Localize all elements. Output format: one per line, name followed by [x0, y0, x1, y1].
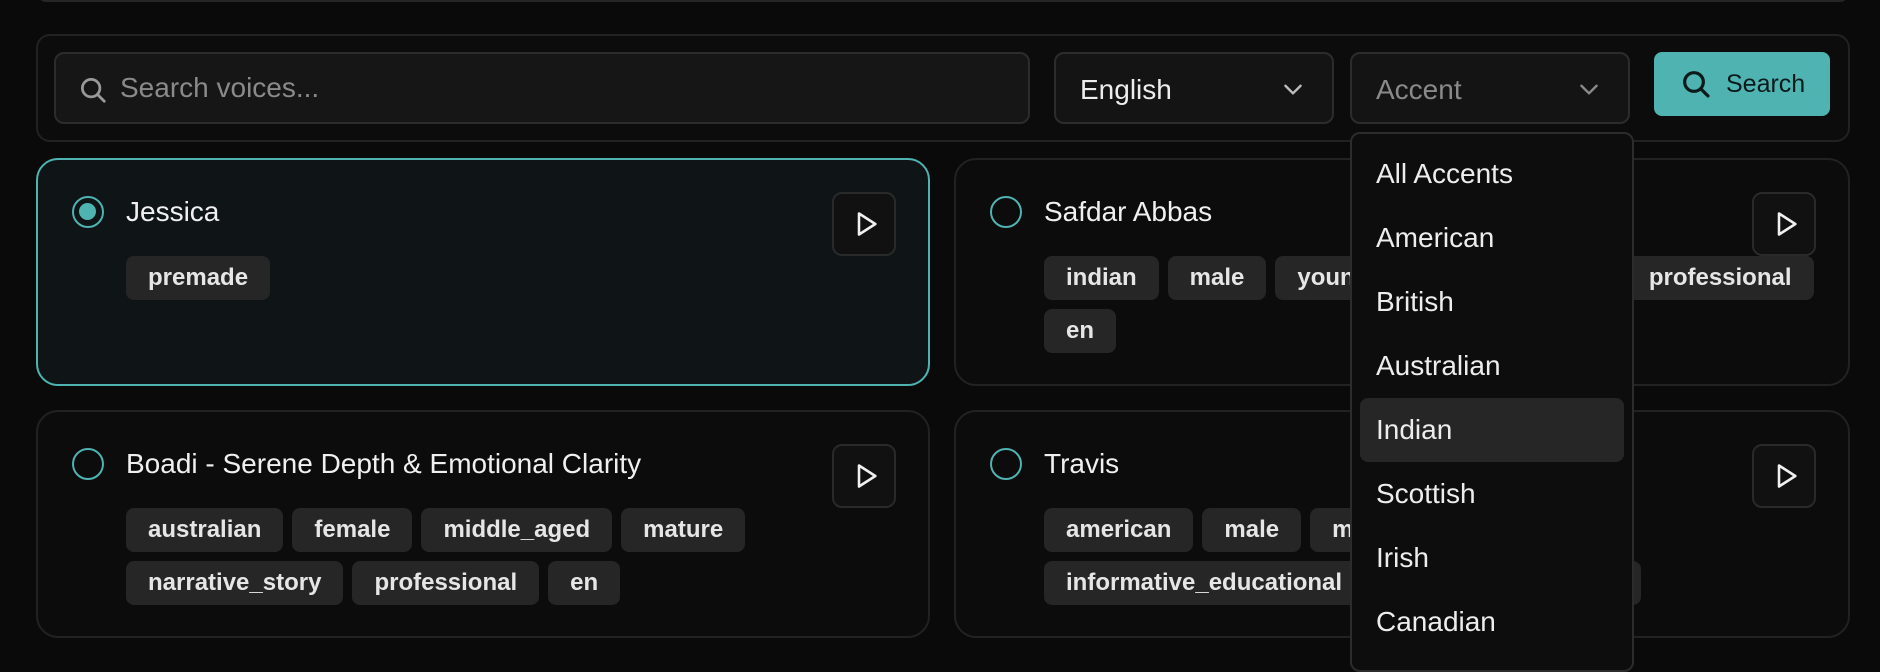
accent-option[interactable]: Irish — [1360, 526, 1624, 590]
tag-list: premade — [126, 256, 271, 300]
voice-radio[interactable] — [72, 448, 104, 480]
accent-option[interactable]: British — [1360, 270, 1624, 334]
accent-select-placeholder: Accent — [1376, 74, 1462, 105]
voice-tag: premade — [126, 256, 271, 300]
language-select[interactable]: English — [1054, 52, 1334, 124]
accent-option[interactable]: Scottish — [1360, 462, 1624, 526]
voice-tag: female — [292, 508, 413, 552]
voice-tag: american — [1044, 508, 1194, 552]
search-icon — [81, 78, 106, 103]
chevron-down-icon — [1284, 84, 1302, 95]
accent-option[interactable]: All Accents — [1360, 142, 1624, 206]
tag-list: australian female middle_aged mature narrati… — [126, 508, 826, 605]
search-input[interactable] — [120, 54, 1000, 122]
voice-tag: australian — [126, 508, 284, 552]
voice-tag: male — [1202, 508, 1302, 552]
voice-radio[interactable] — [72, 196, 104, 228]
voice-radio[interactable] — [990, 196, 1022, 228]
voice-card[interactable]: Boadi - Serene Depth & Emotional Clarity… — [36, 410, 930, 638]
voice-card[interactable]: Jessica premade — [36, 158, 930, 386]
search-box[interactable] — [54, 52, 1030, 124]
play-button[interactable] — [1752, 444, 1816, 508]
voice-tag: middle_aged — [421, 508, 613, 552]
voice-name: Jessica — [126, 196, 220, 227]
voice-tag: professional — [1626, 256, 1814, 300]
voice-tag: narrative_story — [126, 561, 344, 605]
accent-option[interactable]: American — [1360, 206, 1624, 270]
search-icon — [1683, 71, 1710, 98]
voice-name: Boadi - Serene Depth & Emotional Clarity — [126, 448, 642, 479]
play-button[interactable] — [1752, 192, 1816, 256]
search-button-label: Search — [1726, 70, 1806, 98]
accent-option[interactable]: Indian — [1360, 398, 1624, 462]
chevron-down-icon — [1580, 84, 1598, 95]
accent-select[interactable]: Accent — [1350, 52, 1630, 124]
voice-tag: professional — [352, 561, 540, 605]
voice-tag: indian — [1044, 256, 1159, 300]
voice-tag: en — [548, 561, 621, 605]
play-icon — [857, 464, 877, 488]
play-icon — [1777, 212, 1797, 236]
voice-tag: mature — [621, 508, 746, 552]
voice-radio[interactable] — [990, 448, 1022, 480]
top-panel-edge — [38, 0, 1848, 2]
play-icon — [857, 212, 877, 236]
play-button[interactable] — [832, 444, 896, 508]
language-select-value: English — [1080, 74, 1172, 105]
voice-tag: male — [1167, 256, 1267, 300]
voice-name: Travis — [1044, 448, 1120, 479]
accent-option[interactable]: Canadian — [1360, 590, 1624, 654]
play-button[interactable] — [832, 192, 896, 256]
search-button[interactable]: Search — [1654, 52, 1830, 116]
voice-name: Safdar Abbas — [1044, 196, 1213, 227]
voice-tag: en — [1044, 309, 1117, 353]
accent-option[interactable]: Australian — [1360, 334, 1624, 398]
voice-tag: informative_educational — [1044, 561, 1365, 605]
accent-dropdown-menu: All Accents American British Australian Indi… — [1350, 132, 1634, 672]
play-icon — [1777, 464, 1797, 488]
